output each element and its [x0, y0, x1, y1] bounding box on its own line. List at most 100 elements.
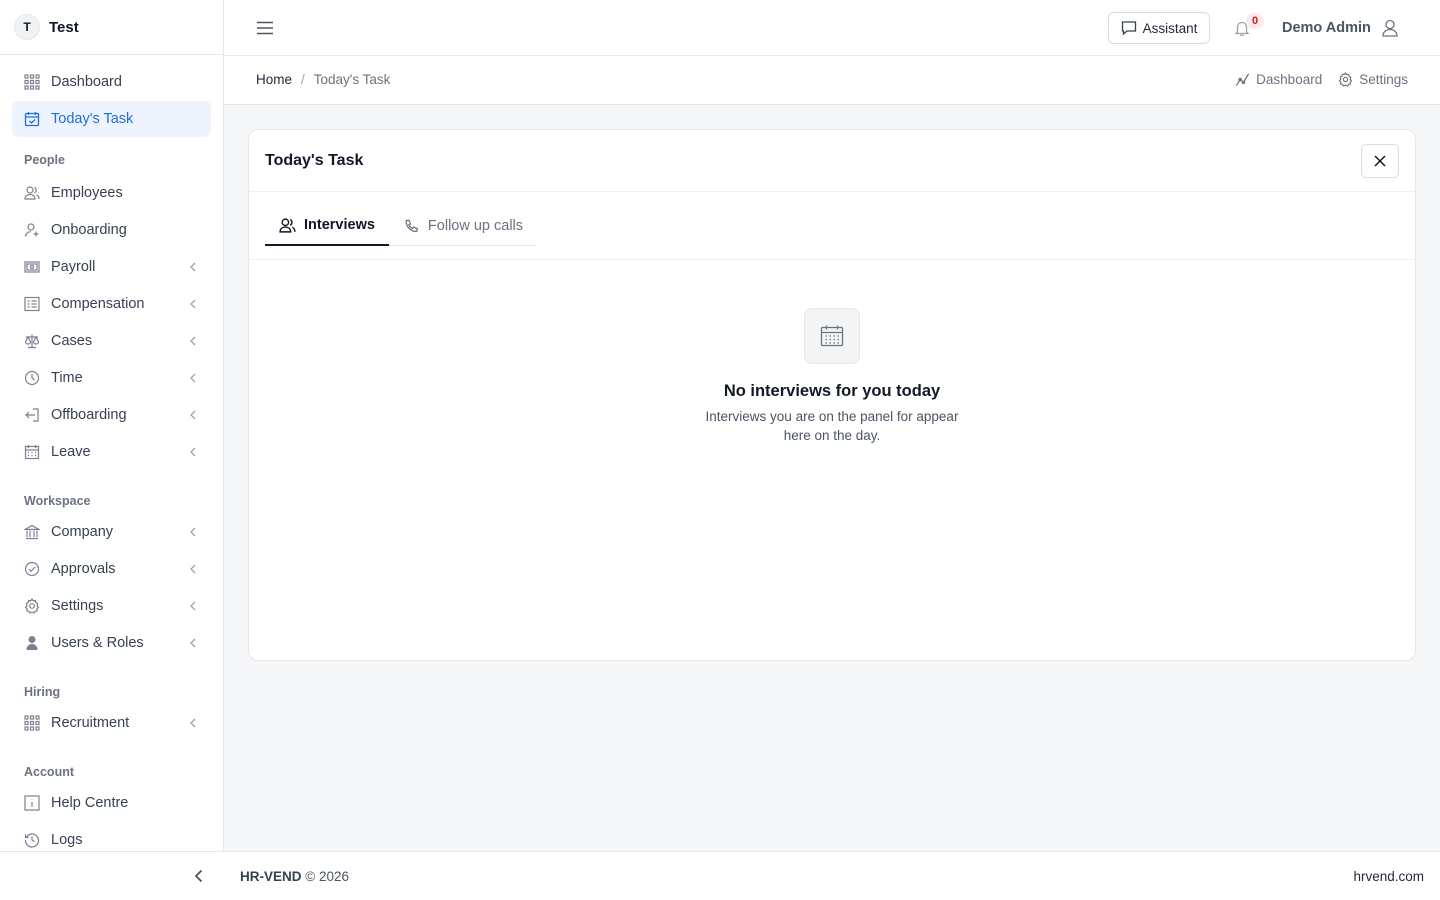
sidebar-item-compensation[interactable]: Compensation	[12, 286, 211, 322]
user-name[interactable]: Demo Admin	[1282, 20, 1371, 36]
tab-follow-up-calls[interactable]: Follow up calls	[389, 206, 537, 246]
topbar: Assistant 0 Demo Admin	[224, 0, 1440, 56]
user-icon[interactable]	[1381, 19, 1399, 37]
chevron-left-icon	[190, 262, 196, 272]
chevron-left-icon	[190, 718, 196, 728]
sidebar-item-offboarding[interactable]: Offboarding	[12, 397, 211, 433]
empty-state-icon-box	[804, 308, 860, 364]
sidebar-item-settings[interactable]: Settings	[12, 588, 211, 624]
sidebar-item-label: Onboarding	[51, 222, 127, 238]
sidebar-item-label: Settings	[51, 598, 104, 614]
empty-state-description: Interviews you are on the panel for appe…	[705, 409, 959, 443]
empty-state: No interviews for you today Interviews y…	[249, 308, 1415, 445]
tab-interviews[interactable]: Interviews	[265, 206, 389, 246]
grid-icon	[24, 74, 40, 90]
chevron-left-icon	[190, 447, 196, 457]
sidebar-item-label: Today's Task	[51, 111, 134, 127]
footer-site-link[interactable]: hrvend.com	[1353, 869, 1424, 884]
sidebar-item-payroll[interactable]: Payroll	[12, 249, 211, 285]
sidebar: T Test Dashboard Today's Task People Emp…	[0, 0, 224, 851]
gear-icon	[1338, 72, 1353, 87]
chevron-left-icon	[190, 299, 196, 309]
tab-label: Interviews	[304, 217, 375, 233]
user-shield-icon	[26, 636, 38, 650]
assistant-label: Assistant	[1142, 20, 1198, 36]
sidebar-item-label: Payroll	[51, 259, 96, 275]
sidebar-item-todays-task[interactable]: Today's Task	[12, 101, 211, 137]
sidebar-item-label: Recruitment	[51, 715, 130, 731]
quick-link-dashboard[interactable]: Dashboard	[1235, 72, 1322, 87]
chevron-left-icon	[190, 638, 196, 648]
brand[interactable]: T Test	[0, 0, 223, 55]
sidebar-item-label: Company	[51, 524, 114, 540]
footer: HR-VEND © 2026 hrvend.com	[0, 851, 1440, 900]
chart-line-icon	[1236, 73, 1250, 86]
sidebar-item-time[interactable]: Time	[12, 360, 211, 396]
chevron-left-icon	[190, 336, 196, 346]
users-icon	[24, 186, 40, 200]
task-tabs: Interviews Follow up calls	[265, 206, 538, 246]
list-icon	[24, 296, 40, 312]
section-label-hiring: Hiring	[24, 685, 61, 699]
quick-link-label: Dashboard	[1256, 72, 1323, 87]
close-button[interactable]	[1361, 144, 1399, 178]
breadcrumb-bar: Home / Today's Task Dashboard Settings	[224, 56, 1440, 105]
sidebar-item-company[interactable]: Company	[12, 514, 211, 550]
assistant-button[interactable]: Assistant	[1108, 12, 1210, 44]
scale-icon	[24, 334, 40, 349]
check-circle-icon	[24, 561, 40, 577]
history-icon	[24, 833, 40, 848]
clock-icon	[24, 370, 40, 386]
chevron-left-icon	[190, 410, 196, 420]
breadcrumb: Home / Today's Task	[256, 72, 390, 87]
chevron-left-icon	[190, 527, 196, 537]
info-icon	[24, 795, 40, 811]
card-title: Today's Task	[265, 152, 364, 169]
sidebar-nav: Dashboard Today's Task People Employees …	[0, 55, 223, 858]
quick-link-label: Settings	[1359, 72, 1408, 87]
breadcrumb-separator: /	[301, 72, 305, 87]
sidebar-item-leave[interactable]: Leave	[12, 434, 211, 470]
sidebar-item-label: Cases	[51, 333, 93, 349]
log-out-icon	[25, 408, 39, 422]
notification-count-badge: 0	[1246, 13, 1264, 29]
sidebar-item-dashboard[interactable]: Dashboard	[12, 64, 211, 100]
sidebar-item-label: Leave	[51, 444, 91, 460]
phone-icon	[405, 218, 418, 232]
card-header: Today's Task	[249, 130, 1415, 192]
chat-icon	[1121, 21, 1136, 36]
users-icon	[279, 217, 296, 233]
sidebar-item-label: Time	[51, 370, 83, 386]
section-label-workspace: Workspace	[24, 494, 91, 508]
breadcrumb-home[interactable]: Home	[256, 72, 292, 87]
copyright: HR-VEND © 2026	[240, 869, 349, 884]
tab-label: Follow up calls	[427, 218, 524, 234]
tabs-row: Interviews Follow up calls	[249, 192, 1415, 260]
chevron-left-icon	[190, 564, 196, 574]
footer-copyright: © 2026	[305, 869, 350, 884]
section-label-account: Account	[24, 765, 74, 779]
sidebar-item-label: Compensation	[51, 296, 145, 312]
breadcrumb-current: Today's Task	[313, 72, 391, 87]
close-icon	[1374, 155, 1386, 167]
sidebar-item-label: Employees	[51, 185, 123, 201]
sidebar-item-cases[interactable]: Cases	[12, 323, 211, 359]
sidebar-item-employees[interactable]: Employees	[12, 175, 211, 211]
quick-link-settings[interactable]: Settings	[1338, 72, 1408, 87]
calendar-icon	[820, 325, 844, 347]
sidebar-item-label: Help Centre	[51, 795, 129, 811]
chevron-left-icon[interactable]	[191, 868, 207, 884]
footer-brand: HR-VEND	[240, 869, 302, 884]
chevron-left-icon	[190, 601, 196, 611]
section-label-people: People	[24, 153, 65, 167]
sidebar-item-recruitment[interactable]: Recruitment	[12, 705, 211, 741]
menu-icon[interactable]	[256, 19, 274, 37]
sidebar-item-label: Dashboard	[51, 74, 122, 90]
sidebar-item-users-roles[interactable]: Users & Roles	[12, 625, 211, 661]
calendar-check-icon	[24, 112, 40, 127]
sidebar-item-help-centre[interactable]: Help Centre	[12, 785, 211, 821]
sidebar-item-approvals[interactable]: Approvals	[12, 551, 211, 587]
sidebar-item-onboarding[interactable]: Onboarding	[12, 212, 211, 248]
sidebar-item-label: Logs	[51, 832, 83, 848]
empty-state-title: No interviews for you today	[723, 382, 941, 400]
